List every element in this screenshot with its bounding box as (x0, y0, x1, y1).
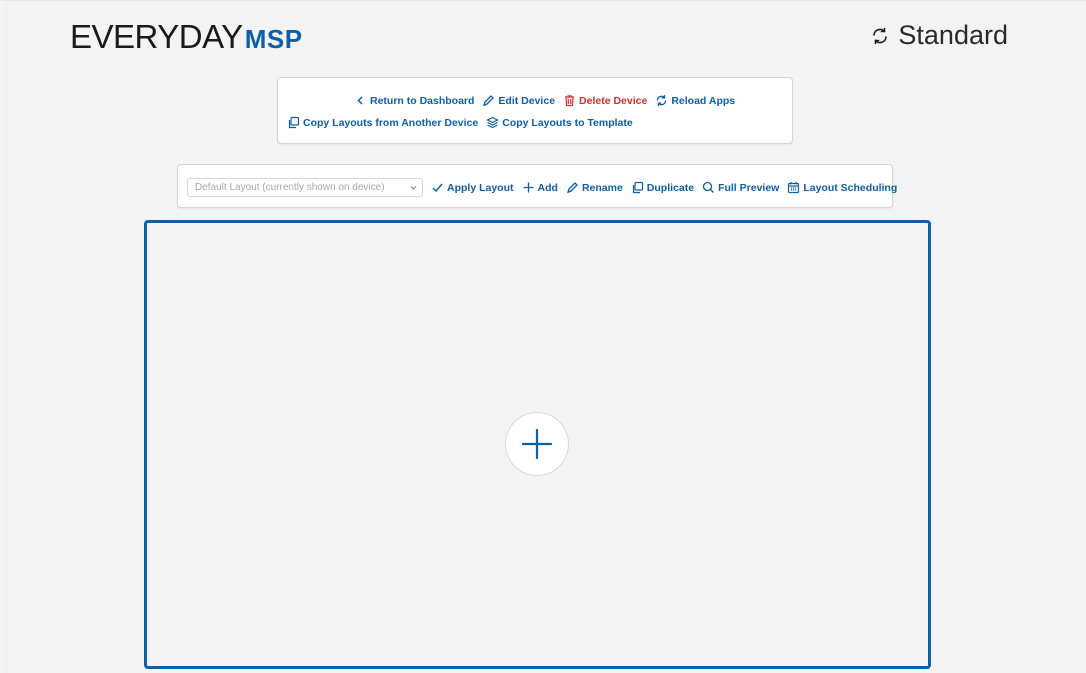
delete-device-label: Delete Device (579, 94, 648, 107)
layers-icon (486, 116, 500, 129)
return-to-dashboard-link[interactable]: Return to Dashboard (354, 94, 474, 107)
add-layout-label: Add (537, 181, 558, 194)
mode-label: Standard (898, 20, 1008, 50)
edit-device-label: Edit Device (498, 94, 556, 107)
copy-layouts-to-template-label: Copy Layouts to Template (502, 116, 633, 129)
refresh-icon (657, 94, 667, 107)
top-divider (0, 0, 1086, 1)
edit-device-link[interactable]: Edit Device (482, 94, 555, 107)
duplicate-layout-label: Duplicate (646, 181, 695, 194)
duplicate-layout-button[interactable]: Duplicate (631, 181, 694, 194)
copy-icon (288, 116, 300, 129)
layout-toolbar: Default Layout (currently shown on devic… (177, 164, 897, 208)
chevron-down-icon (410, 186, 417, 190)
brand-logo-part2: MSP (244, 24, 303, 54)
plus-icon (521, 428, 553, 460)
chevron-left-icon (357, 96, 363, 105)
check-icon (432, 183, 443, 193)
copy-icon (632, 181, 643, 194)
mode-toggle[interactable]: Standard (870, 20, 1008, 51)
layout-canvas[interactable] (144, 220, 931, 669)
brand-logo-part1: EVERYDAY (70, 18, 243, 55)
apply-layout-label: Apply Layout (447, 181, 514, 194)
plus-icon (523, 182, 534, 193)
delete-device-link[interactable]: Delete Device (563, 94, 647, 107)
pencil-icon (566, 182, 578, 194)
reload-apps-link[interactable]: Reload Apps (655, 94, 735, 107)
left-divider (6, 0, 7, 673)
add-layout-button[interactable]: Add (522, 181, 558, 194)
add-zone-button[interactable] (505, 412, 569, 476)
layout-scheduling-button[interactable]: Layout Scheduling (787, 181, 897, 194)
pencil-icon (483, 95, 495, 107)
apply-layout-button[interactable]: Apply Layout (431, 181, 514, 194)
rename-layout-label: Rename (581, 181, 623, 194)
trash-icon (565, 95, 575, 107)
return-to-dashboard-label: Return to Dashboard (370, 94, 475, 107)
calendar-icon (788, 182, 800, 194)
device-actions-panel: Return to Dashboard Edit Device Delete D… (277, 77, 793, 144)
rename-layout-button[interactable]: Rename (566, 181, 623, 194)
full-preview-label: Full Preview (718, 181, 780, 194)
copy-layouts-from-device-link[interactable]: Copy Layouts from Another Device (287, 116, 478, 129)
brand-logo[interactable]: EVERYDAY MSP (70, 18, 303, 58)
refresh-icon (873, 27, 888, 44)
reload-apps-label: Reload Apps (671, 94, 736, 107)
copy-layouts-from-device-label: Copy Layouts from Another Device (303, 116, 479, 129)
layout-select[interactable]: Default Layout (currently shown on devic… (187, 178, 423, 197)
layout-select-value: Default Layout (currently shown on devic… (195, 182, 385, 193)
full-preview-button[interactable]: Full Preview (702, 181, 779, 194)
copy-layouts-to-template-link[interactable]: Copy Layouts to Template (486, 116, 633, 129)
search-icon (702, 181, 715, 193)
layout-scheduling-label: Layout Scheduling (803, 181, 898, 194)
